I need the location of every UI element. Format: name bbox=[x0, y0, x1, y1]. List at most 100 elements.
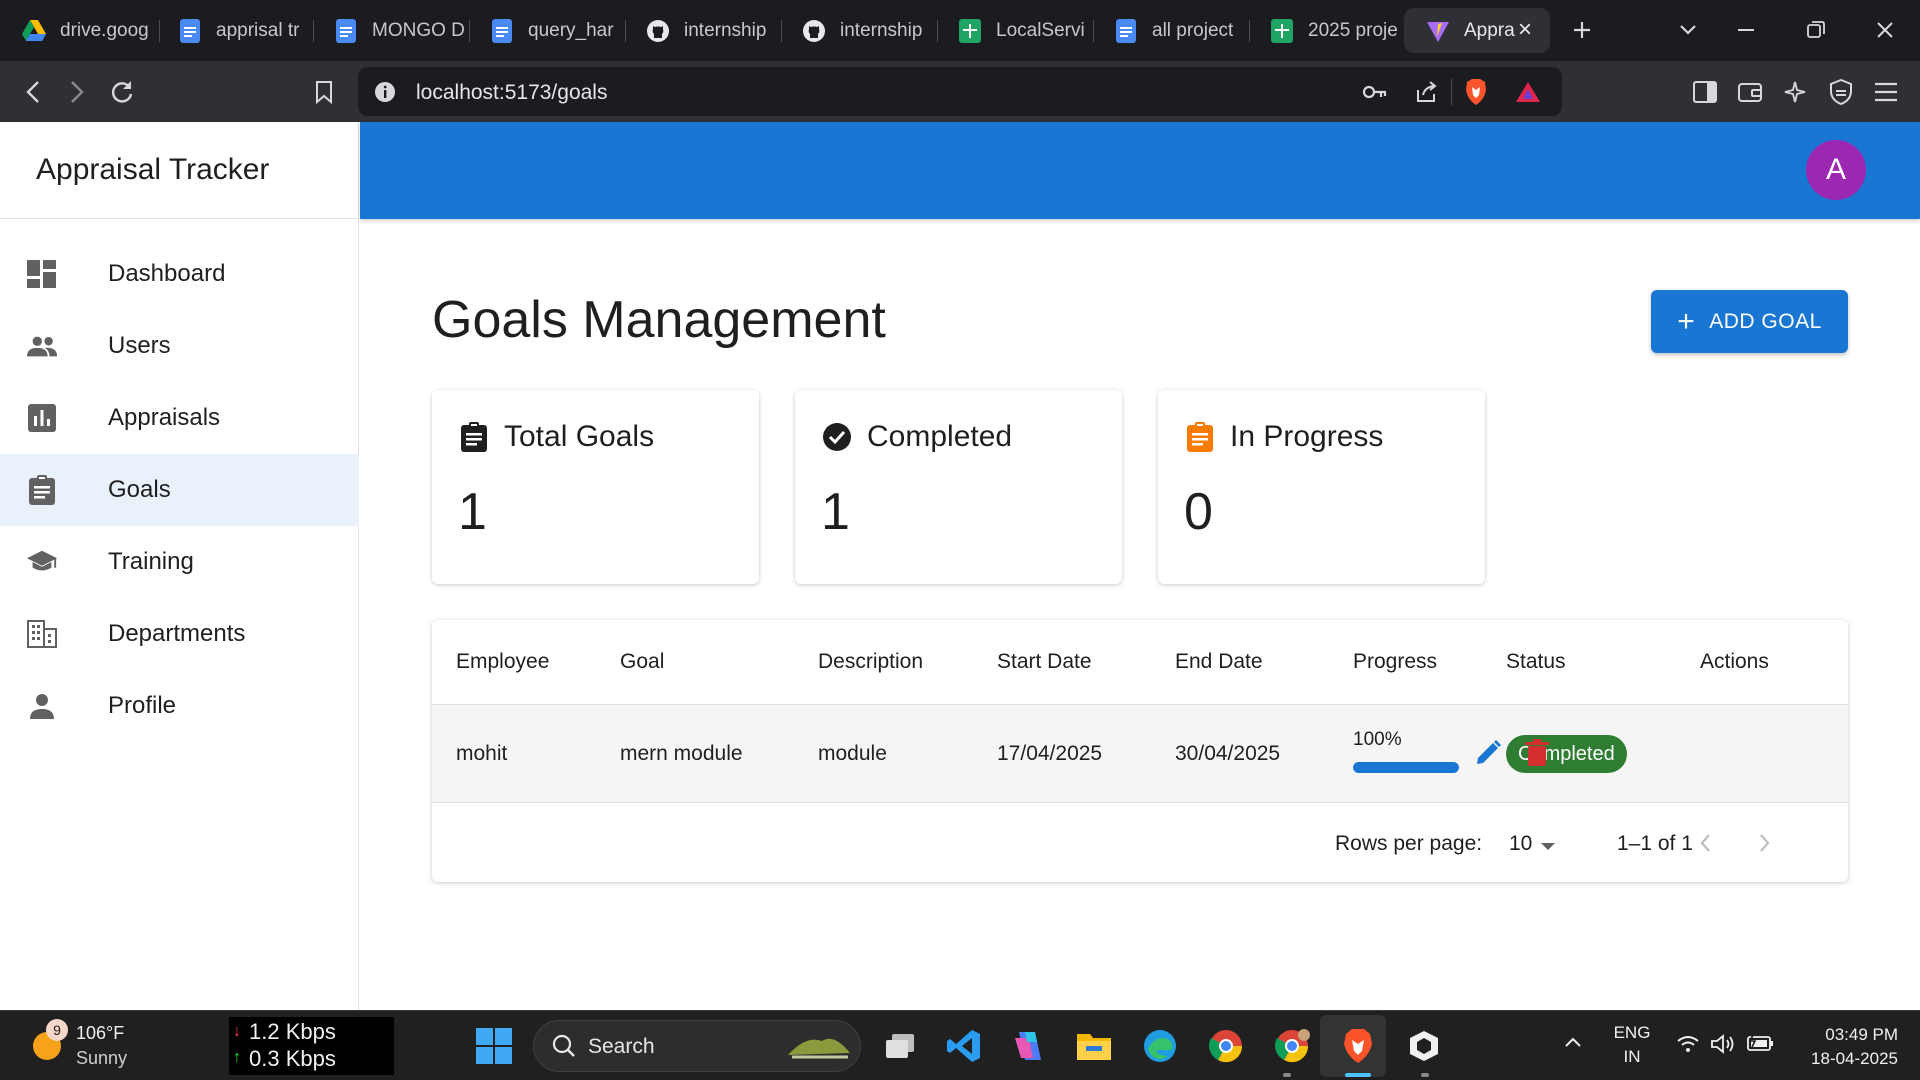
chrome-profile-icon[interactable] bbox=[1270, 1024, 1314, 1068]
next-page-icon[interactable] bbox=[1748, 826, 1782, 860]
sidebar-item-departments[interactable]: Departments bbox=[0, 598, 359, 670]
language-indicator-top[interactable]: ENG bbox=[1612, 1023, 1652, 1043]
column-header-status[interactable]: Status bbox=[1506, 650, 1566, 674]
windows-start-icon[interactable] bbox=[472, 1024, 516, 1068]
vscode-icon[interactable] bbox=[942, 1024, 986, 1068]
omnibox-divider bbox=[1451, 79, 1452, 105]
sidebar-item-users[interactable]: Users bbox=[0, 310, 359, 382]
taskbar-search-box[interactable]: Search bbox=[533, 1020, 861, 1072]
brave-icon[interactable] bbox=[1336, 1024, 1380, 1068]
browser-tab[interactable]: drive.goog bbox=[0, 8, 158, 53]
net-upload: 0.3 Kbps bbox=[249, 1046, 336, 1071]
reload-icon[interactable] bbox=[103, 73, 141, 111]
stat-value: 1 bbox=[821, 483, 850, 541]
menu-icon[interactable] bbox=[1867, 73, 1905, 111]
github-icon bbox=[802, 19, 826, 43]
chrome-icon[interactable] bbox=[1204, 1024, 1248, 1068]
close-tab-icon[interactable]: × bbox=[1512, 17, 1538, 43]
weather-condition[interactable]: Sunny bbox=[76, 1048, 127, 1069]
column-header-start-date[interactable]: Start Date bbox=[997, 650, 1092, 674]
browser-tab[interactable]: query_har bbox=[468, 8, 624, 53]
password-key-icon[interactable] bbox=[1360, 77, 1390, 107]
close-window-icon[interactable] bbox=[1867, 12, 1903, 48]
sidebar-item-label: Training bbox=[108, 548, 194, 575]
system-clock[interactable]: 03:49 PM 18-04-2025 bbox=[1811, 1023, 1898, 1071]
tab-title: MONGO D bbox=[372, 19, 465, 41]
vpn-shield-icon[interactable] bbox=[1822, 73, 1860, 111]
browser-tab[interactable]: 2025 proje bbox=[1248, 8, 1403, 53]
progress-bar-fill bbox=[1353, 762, 1459, 773]
address-bar[interactable]: localhost:5173/goals bbox=[358, 67, 1562, 116]
tab-title: 2025 proje bbox=[1308, 19, 1398, 41]
active-indicator bbox=[1345, 1073, 1371, 1077]
previous-page-icon[interactable] bbox=[1688, 826, 1722, 860]
edit-icon[interactable] bbox=[1470, 735, 1506, 771]
new-tab-icon[interactable] bbox=[1564, 12, 1600, 48]
delete-icon[interactable] bbox=[1519, 735, 1555, 771]
language-indicator-bottom[interactable]: IN bbox=[1612, 1047, 1652, 1067]
column-header-employee[interactable]: Employee bbox=[456, 650, 549, 674]
task-view-icon[interactable] bbox=[878, 1024, 922, 1068]
column-header-end-date[interactable]: End Date bbox=[1175, 650, 1263, 674]
copilot-icon[interactable] bbox=[1007, 1024, 1051, 1068]
browser-tab-active[interactable]: Appra × bbox=[1404, 8, 1550, 53]
browser-toolbar: localhost:5173/goals bbox=[0, 61, 1920, 122]
cell-end-date: 30/04/2025 bbox=[1175, 742, 1281, 765]
upload-arrow-icon: ↑ bbox=[233, 1049, 241, 1066]
browser-tab[interactable]: all project bbox=[1092, 8, 1248, 53]
rows-per-page-select[interactable]: 10 bbox=[1509, 832, 1532, 856]
brave-rewards-icon[interactable] bbox=[1513, 77, 1543, 107]
dropdown-arrow-icon[interactable] bbox=[1540, 839, 1556, 857]
share-icon[interactable] bbox=[1411, 77, 1441, 107]
google-docs-icon bbox=[178, 18, 202, 43]
table-row[interactable]: mohit mern module module 17/04/2025 30/0… bbox=[432, 705, 1848, 803]
add-goal-button[interactable]: + ADD GOAL bbox=[1651, 290, 1848, 353]
sidebar-item-training[interactable]: Training bbox=[0, 526, 359, 598]
column-header-progress[interactable]: Progress bbox=[1353, 650, 1437, 674]
stat-value: 1 bbox=[458, 483, 487, 541]
tab-title: Appra bbox=[1464, 19, 1515, 41]
brave-shield-icon[interactable] bbox=[1461, 77, 1491, 107]
cell-goal: mern module bbox=[620, 742, 743, 765]
forward-icon[interactable] bbox=[58, 73, 96, 111]
file-explorer-icon[interactable] bbox=[1072, 1024, 1116, 1068]
weather-temperature[interactable]: 106°F bbox=[76, 1023, 124, 1044]
edge-icon[interactable] bbox=[1138, 1024, 1182, 1068]
column-header-goal[interactable]: Goal bbox=[620, 650, 664, 674]
clock-time: 03:49 PM bbox=[1825, 1025, 1898, 1044]
column-header-description[interactable]: Description bbox=[818, 650, 923, 674]
running-indicator bbox=[1283, 1073, 1291, 1077]
back-icon[interactable] bbox=[14, 73, 52, 111]
google-docs-icon bbox=[1114, 18, 1138, 43]
bookmark-icon[interactable] bbox=[305, 73, 343, 111]
brand-header: Appraisal Tracker bbox=[0, 122, 359, 219]
battery-icon[interactable] bbox=[1746, 1032, 1774, 1058]
wallet-icon[interactable] bbox=[1731, 73, 1769, 111]
sidebar-item-dashboard[interactable]: Dashboard bbox=[0, 238, 359, 310]
leo-ai-icon[interactable] bbox=[1776, 73, 1814, 111]
sidebar-item-appraisals[interactable]: Appraisals bbox=[0, 382, 359, 454]
sidebar-toggle-icon[interactable] bbox=[1686, 73, 1724, 111]
browser-tab[interactable]: apprisal tr bbox=[156, 8, 312, 53]
browser-tab[interactable]: internship bbox=[780, 8, 936, 53]
avatar[interactable]: A bbox=[1806, 140, 1866, 200]
terminal-app-icon[interactable] bbox=[1402, 1024, 1446, 1068]
volume-icon[interactable] bbox=[1710, 1033, 1736, 1060]
browser-tab[interactable]: internship bbox=[624, 8, 780, 53]
tab-search-chevron-icon[interactable] bbox=[1670, 12, 1706, 48]
browser-tab[interactable]: MONGO D bbox=[312, 8, 468, 53]
site-info-icon[interactable] bbox=[370, 77, 400, 107]
show-hidden-icons-chevron-icon[interactable] bbox=[1564, 1035, 1582, 1053]
stat-card-in-progress: In Progress 0 bbox=[1158, 390, 1485, 584]
url-text[interactable]: localhost:5173/goals bbox=[416, 81, 607, 105]
wifi-icon[interactable] bbox=[1676, 1035, 1700, 1058]
add-goal-label: ADD GOAL bbox=[1709, 309, 1822, 333]
github-icon bbox=[646, 19, 670, 43]
browser-tab[interactable]: LocalServi bbox=[936, 8, 1092, 53]
restore-icon[interactable] bbox=[1798, 12, 1834, 48]
sidebar-item-goals[interactable]: Goals bbox=[0, 454, 359, 526]
app-bar: A bbox=[360, 122, 1920, 219]
download-arrow-icon: ↓ bbox=[233, 1023, 241, 1040]
minimize-icon[interactable] bbox=[1729, 12, 1765, 48]
sidebar-item-profile[interactable]: Profile bbox=[0, 670, 359, 742]
